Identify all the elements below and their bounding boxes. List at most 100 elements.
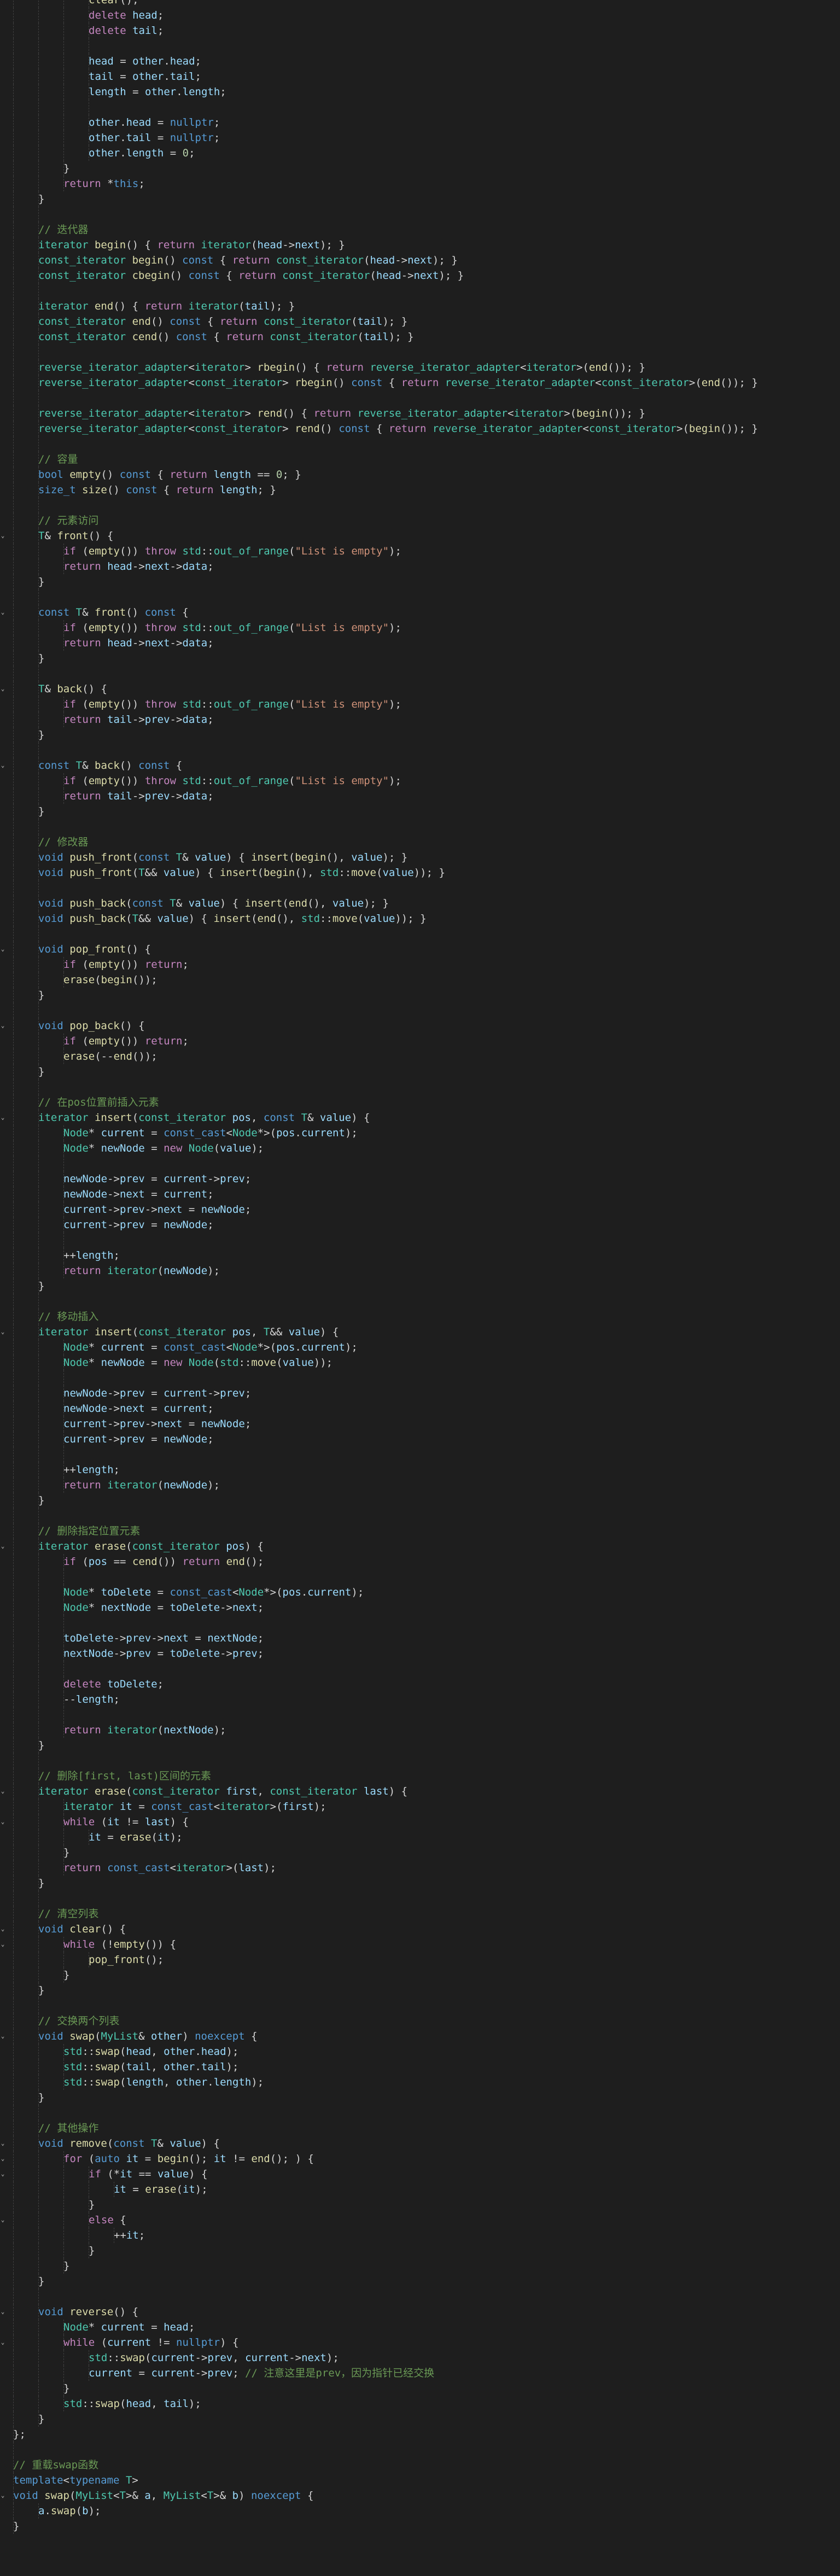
fold-chevron-icon[interactable]: ⌄ [0, 1110, 5, 1125]
code-line [0, 344, 840, 360]
fold-chevron-icon[interactable]: ⌄ [0, 605, 5, 620]
fold-chevron-icon[interactable]: ⌄ [0, 1539, 5, 1554]
indent-guide [63, 38, 64, 54]
code-line: other.tail = nullptr; [0, 130, 840, 145]
indent-guide [38, 1952, 39, 1967]
fold-chevron-icon[interactable]: ⌄ [0, 2136, 5, 2151]
indent-guide [63, 1447, 64, 1462]
indent-guide [13, 1095, 14, 1110]
code-line: ⌄ void remove(const T& value) { [0, 2136, 840, 2151]
fold-chevron-icon[interactable]: ⌄ [0, 942, 5, 957]
code-text: } [38, 1877, 45, 1889]
indent-guide [13, 1677, 14, 1692]
code-line: void push_back(const T& value) { insert(… [0, 896, 840, 911]
code-line: const_iterator begin() const { return co… [0, 253, 840, 268]
code-line: std::swap(current->prev, current->next); [0, 2350, 840, 2365]
indent-guide [13, 2258, 14, 2274]
indent-guide [13, 850, 14, 865]
indent-guide [13, 911, 14, 926]
code-text: for (auto it = begin(); it != end(); ) { [63, 2153, 314, 2165]
fold-chevron-icon[interactable]: ⌄ [0, 758, 5, 773]
code-text: else { [89, 2214, 126, 2226]
fold-chevron-icon[interactable]: ⌄ [0, 1921, 5, 1937]
code-text: } [63, 2260, 70, 2272]
fold-chevron-icon[interactable]: ⌄ [0, 2151, 5, 2166]
indent-guide [63, 2197, 64, 2212]
code-text: } [89, 2199, 95, 2211]
indent-guide [38, 1631, 39, 1646]
indent-guide [38, 176, 39, 191]
code-line [0, 589, 840, 605]
indent-guide [13, 712, 14, 727]
code-line: nextNode->prev = toDelete->prev; [0, 1646, 840, 1661]
code-text: return iterator(newNode); [63, 1265, 220, 1277]
indent-guide [13, 1876, 14, 1891]
code-line: void push_back(T&& value) { insert(end()… [0, 911, 840, 926]
indent-guide [38, 819, 39, 834]
fold-chevron-icon[interactable]: ⌄ [0, 2335, 5, 2350]
indent-guide [13, 1033, 14, 1049]
code-line [0, 100, 840, 115]
code-text: erase(begin()); [63, 974, 158, 986]
indent-guide [13, 253, 14, 268]
indent-guide [38, 54, 39, 69]
fold-chevron-icon[interactable]: ⌄ [0, 2488, 5, 2503]
code-text: iterator insert(const_iterator pos, T&& … [38, 1326, 339, 1338]
code-line: Node* newNode = new Node(value); [0, 1141, 840, 1156]
code-text: Node* current = const_cast<Node*>(pos.cu… [63, 1341, 358, 1353]
fold-chevron-icon[interactable]: ⌄ [0, 681, 5, 697]
code-line: ⌄ if (*it == value) { [0, 2166, 840, 2182]
indent-guide [63, 2243, 64, 2258]
indent-guide [38, 2151, 39, 2166]
indent-guide [13, 1998, 14, 2013]
indent-guide [13, 1784, 14, 1799]
indent-guide [13, 988, 14, 1003]
fold-chevron-icon[interactable]: ⌄ [0, 1324, 5, 1340]
indent-guide [13, 360, 14, 375]
code-line: ++it; [0, 2228, 840, 2243]
code-line: current->prev->next = newNode; [0, 1416, 840, 1432]
code-text: } [38, 1066, 45, 1078]
code-text: std::swap(current->prev, current->next); [89, 2352, 339, 2364]
indent-guide [13, 54, 14, 69]
indent-guide [13, 1585, 14, 1600]
indent-guide [63, 115, 64, 130]
code-line: ⌄ void clear() { [0, 1921, 840, 1937]
indent-guide [13, 344, 14, 360]
code-line: Node* nextNode = toDelete->next; [0, 1600, 840, 1615]
code-line [0, 1998, 840, 2013]
fold-chevron-icon[interactable]: ⌄ [0, 528, 5, 544]
code-text: // 元素访问 [38, 515, 99, 527]
indent-guide [38, 1156, 39, 1171]
code-line: return tail->prev->data; [0, 712, 840, 727]
indent-guide [38, 697, 39, 712]
indent-guide [13, 2365, 14, 2381]
code-line: // 在pos位置前插入元素 [0, 1095, 840, 1110]
indent-guide [38, 880, 39, 896]
code-line: Node* current = const_cast<Node*>(pos.cu… [0, 1340, 840, 1355]
fold-chevron-icon[interactable]: ⌄ [0, 2212, 5, 2228]
fold-chevron-icon[interactable]: ⌄ [0, 2304, 5, 2320]
code-line: current = current->prev; // 注意这里是prev，因为… [0, 2365, 840, 2381]
indent-guide [38, 2182, 39, 2197]
indent-guide [13, 2243, 14, 2258]
code-line: const_iterator cbegin() const { return c… [0, 268, 840, 283]
code-editor[interactable]: clear(); delete head; delete tail; head = o… [0, 0, 840, 2576]
fold-chevron-icon[interactable]: ⌄ [0, 1018, 5, 1033]
fold-chevron-icon[interactable]: ⌄ [0, 1814, 5, 1830]
indent-guide [38, 1263, 39, 1278]
code-text: std::swap(tail, other.tail); [63, 2061, 239, 2073]
fold-chevron-icon[interactable]: ⌄ [0, 2166, 5, 2182]
code-text: } [38, 652, 45, 664]
indent-guide [63, 1952, 64, 1967]
indent-guide [38, 2320, 39, 2335]
indent-guide [38, 2258, 39, 2274]
fold-chevron-icon[interactable]: ⌄ [0, 1937, 5, 1952]
fold-chevron-icon[interactable]: ⌄ [0, 1784, 5, 1799]
fold-chevron-icon[interactable]: ⌄ [0, 2029, 5, 2044]
indent-guide [38, 1477, 39, 1493]
code-line: bool empty() const { return length == 0;… [0, 467, 840, 482]
indent-guide [13, 1508, 14, 1523]
code-line: if (empty()) throw std::out_of_range("Li… [0, 620, 840, 635]
indent-guide [38, 1677, 39, 1692]
